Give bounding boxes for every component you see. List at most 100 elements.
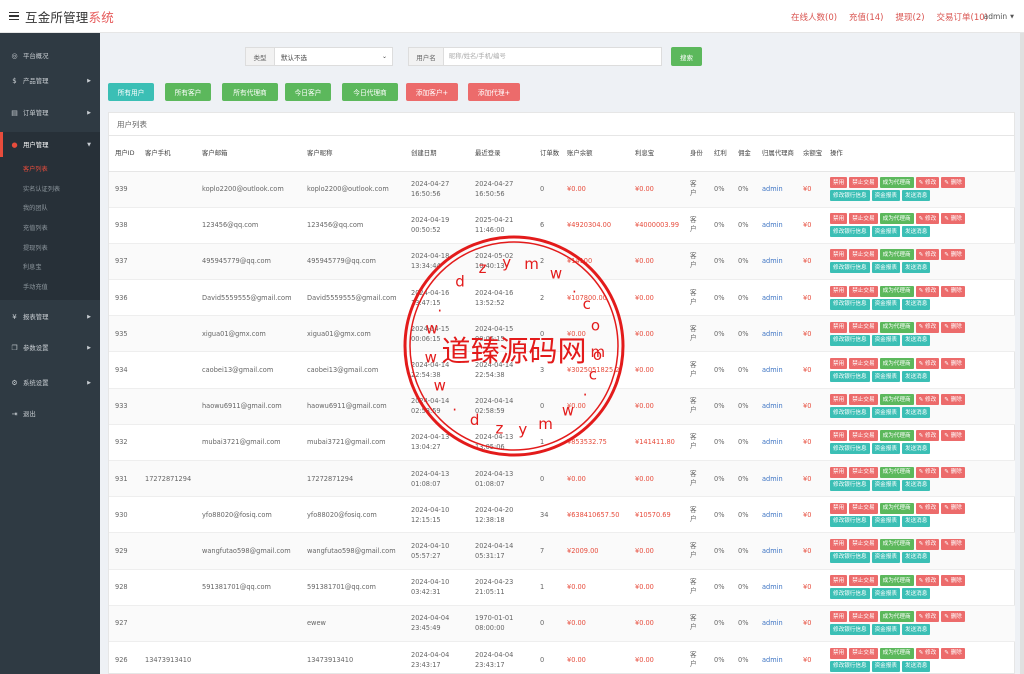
fund-report-button[interactable]: 资金报表 <box>871 443 900 455</box>
make-agent-button[interactable]: 成为代理商 <box>879 430 914 442</box>
make-agent-button[interactable]: 成为代理商 <box>879 538 914 550</box>
submenu-recharge-list[interactable]: 充值列表 <box>0 218 100 238</box>
disable-button[interactable]: 禁用 <box>830 466 848 478</box>
disable-button[interactable]: 禁用 <box>830 321 848 333</box>
make-agent-button[interactable]: 成为代理商 <box>879 213 914 225</box>
disable-button[interactable]: 禁用 <box>830 430 848 442</box>
delete-button[interactable]: ✎ 删除 <box>941 466 965 478</box>
agent-name[interactable]: admin <box>756 532 797 570</box>
sidebar-item-orders[interactable]: ▤ 订单管理 ▶ <box>0 100 100 125</box>
edit-button[interactable]: ✎ 修改 <box>915 430 940 442</box>
disable-trade-button[interactable]: 禁止交易 <box>849 611 878 623</box>
agent-name[interactable]: admin <box>756 279 797 317</box>
add-agent-button[interactable]: 添加代理+ <box>468 83 520 101</box>
menu-toggle-icon[interactable] <box>9 11 19 21</box>
sidebar-item-overview[interactable]: ◎ 平台概况 <box>0 43 100 68</box>
disable-trade-button[interactable]: 禁止交易 <box>849 213 878 225</box>
fund-report-button[interactable]: 资金报表 <box>871 624 900 636</box>
send-message-button[interactable]: 发送消息 <box>901 298 931 310</box>
edit-button[interactable]: ✎ 修改 <box>915 358 940 370</box>
sidebar-item-system[interactable]: ⚙ 系统设置 ▶ <box>0 370 100 395</box>
delete-button[interactable]: ✎ 删除 <box>941 611 965 623</box>
disable-button[interactable]: 禁用 <box>830 502 848 514</box>
edit-bank-info-button[interactable]: 修改银行信息 <box>830 407 870 419</box>
edit-bank-info-button[interactable]: 修改银行信息 <box>830 298 870 310</box>
disable-trade-button[interactable]: 禁止交易 <box>849 285 878 297</box>
sidebar-item-users[interactable]: ● 用户管理 ▼ <box>0 132 100 157</box>
disable-trade-button[interactable]: 禁止交易 <box>849 358 878 370</box>
tab-today-customers[interactable]: 今日客户 <box>285 83 331 101</box>
fund-report-button[interactable]: 资金报表 <box>871 298 900 310</box>
edit-button[interactable]: ✎ 修改 <box>915 285 940 297</box>
disable-trade-button[interactable]: 禁止交易 <box>849 647 878 659</box>
agent-name[interactable]: admin <box>756 243 797 281</box>
agent-name[interactable]: admin <box>756 207 797 244</box>
edit-button[interactable]: ✎ 修改 <box>915 321 940 333</box>
edit-button[interactable]: ✎ 修改 <box>915 647 940 659</box>
fund-report-button[interactable]: 资金报表 <box>871 551 900 563</box>
tab-all-customers[interactable]: 所有客户 <box>165 83 211 101</box>
disable-trade-button[interactable]: 禁止交易 <box>849 394 878 406</box>
send-message-button[interactable]: 发送消息 <box>901 479 931 491</box>
edit-button[interactable]: ✎ 修改 <box>915 213 940 225</box>
delete-button[interactable]: ✎ 删除 <box>941 575 965 587</box>
edit-bank-info-button[interactable]: 修改银行信息 <box>830 551 870 563</box>
disable-button[interactable]: 禁用 <box>830 285 848 297</box>
send-message-button[interactable]: 发送消息 <box>901 190 931 202</box>
send-message-button[interactable]: 发送消息 <box>901 515 931 527</box>
disable-trade-button[interactable]: 禁止交易 <box>849 321 878 333</box>
edit-bank-info-button[interactable]: 修改银行信息 <box>830 334 870 346</box>
agent-name[interactable]: admin <box>756 605 797 642</box>
disable-button[interactable]: 禁用 <box>830 249 848 261</box>
edit-button[interactable]: ✎ 修改 <box>915 394 940 406</box>
disable-trade-button[interactable]: 禁止交易 <box>849 249 878 261</box>
make-agent-button[interactable]: 成为代理商 <box>879 249 914 261</box>
delete-button[interactable]: ✎ 删除 <box>941 430 965 442</box>
sidebar-item-products[interactable]: $ 产品管理 ▶ <box>0 68 100 93</box>
agent-name[interactable]: admin <box>756 351 797 389</box>
agent-name[interactable]: admin <box>756 496 797 534</box>
fund-report-button[interactable]: 资金报表 <box>871 407 900 419</box>
delete-button[interactable]: ✎ 删除 <box>941 249 965 261</box>
agent-name[interactable]: admin <box>756 315 797 353</box>
agent-name[interactable]: admin <box>756 569 797 606</box>
make-agent-button[interactable]: 成为代理商 <box>879 611 914 623</box>
username-search-input[interactable] <box>444 47 662 66</box>
edit-bank-info-button[interactable]: 修改银行信息 <box>830 479 870 491</box>
submenu-interest[interactable]: 利息宝 <box>0 257 100 277</box>
make-agent-button[interactable]: 成为代理商 <box>879 358 914 370</box>
send-message-button[interactable]: 发送消息 <box>901 624 931 636</box>
send-message-button[interactable]: 发送消息 <box>901 262 931 274</box>
disable-button[interactable]: 禁用 <box>830 394 848 406</box>
edit-bank-info-button[interactable]: 修改银行信息 <box>830 226 870 238</box>
send-message-button[interactable]: 发送消息 <box>901 407 931 419</box>
delete-button[interactable]: ✎ 删除 <box>941 358 965 370</box>
edit-button[interactable]: ✎ 修改 <box>915 575 940 587</box>
online-count-link[interactable]: 在线人数(0) <box>791 11 837 23</box>
delete-button[interactable]: ✎ 删除 <box>941 538 965 550</box>
disable-trade-button[interactable]: 禁止交易 <box>849 430 878 442</box>
edit-button[interactable]: ✎ 修改 <box>915 502 940 514</box>
fund-report-button[interactable]: 资金报表 <box>871 588 900 600</box>
disable-button[interactable]: 禁用 <box>830 177 848 189</box>
user-menu[interactable]: admin ▼ <box>984 0 1014 33</box>
disable-button[interactable]: 禁用 <box>830 647 848 659</box>
send-message-button[interactable]: 发送消息 <box>901 588 931 600</box>
edit-button[interactable]: ✎ 修改 <box>915 611 940 623</box>
disable-trade-button[interactable]: 禁止交易 <box>849 502 878 514</box>
delete-button[interactable]: ✎ 删除 <box>941 285 965 297</box>
edit-bank-info-button[interactable]: 修改银行信息 <box>830 660 870 672</box>
withdraw-link[interactable]: 提现(2) <box>896 11 925 23</box>
make-agent-button[interactable]: 成为代理商 <box>879 647 914 659</box>
disable-button[interactable]: 禁用 <box>830 358 848 370</box>
send-message-button[interactable]: 发送消息 <box>901 551 931 563</box>
make-agent-button[interactable]: 成为代理商 <box>879 177 914 189</box>
agent-name[interactable]: admin <box>756 641 797 674</box>
make-agent-button[interactable]: 成为代理商 <box>879 575 914 587</box>
delete-button[interactable]: ✎ 删除 <box>941 394 965 406</box>
fund-report-button[interactable]: 资金报表 <box>871 371 900 383</box>
submenu-customer-list[interactable]: 客户列表 <box>0 159 100 179</box>
send-message-button[interactable]: 发送消息 <box>901 371 931 383</box>
tab-all-agents[interactable]: 所有代理商 <box>222 83 278 101</box>
tab-today-agents[interactable]: 今日代理商 <box>342 83 398 101</box>
